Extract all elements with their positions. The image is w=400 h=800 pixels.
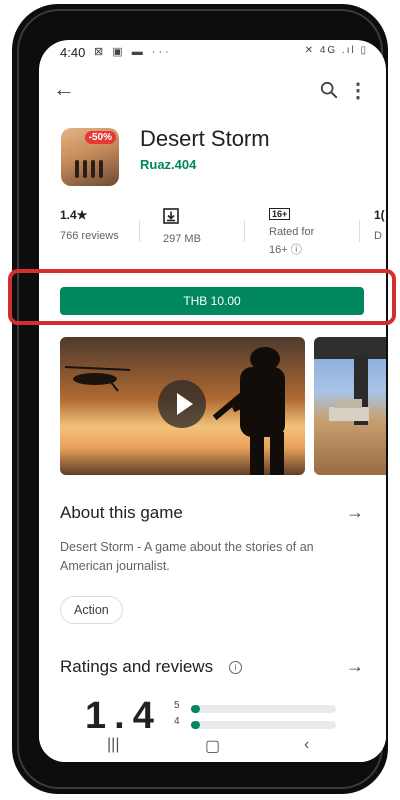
rating-distribution: 5 4 <box>174 700 344 732</box>
developer-link[interactable]: Ruaz.404 <box>140 157 196 172</box>
stat-partial: 1( D <box>374 208 385 242</box>
soldier-figure <box>99 160 103 178</box>
about-title[interactable]: About this game <box>60 503 183 523</box>
highlight-box <box>8 269 396 325</box>
download-icon <box>163 208 179 224</box>
stat-divider <box>244 220 245 242</box>
play-icon[interactable] <box>158 380 206 428</box>
app-icon: -50% <box>61 128 119 186</box>
stat-size: 297 MB <box>163 208 201 245</box>
system-nav-bar: ||| ▢ ‹ <box>39 732 386 762</box>
game-description: Desert Storm - A game about the stories … <box>60 540 314 573</box>
ratings-title[interactable]: Ratings and reviews <box>60 657 213 677</box>
status-time: 4:40 <box>60 45 86 60</box>
screen: 4:40 ⊠ ▣ ▬ ··· ✕ 4G .ıl ▯ ← ⋮ -50% Deser… <box>39 40 386 762</box>
stat-content-rating[interactable]: 16+ Rated for 16+ ⓘ <box>269 208 314 257</box>
back-nav-icon[interactable]: ‹ <box>304 736 309 754</box>
search-icon[interactable] <box>320 81 338 99</box>
arrow-right-icon[interactable]: → <box>346 656 364 677</box>
app-bar: ← ⋮ <box>39 74 386 108</box>
status-bar: 4:40 ⊠ ▣ ▬ ··· ✕ 4G .ıl ▯ <box>39 40 386 66</box>
rating-bar-track <box>191 705 336 713</box>
rating-bar-track <box>191 721 336 729</box>
partial-value: 1( <box>374 208 385 222</box>
system-icons: ✕ 4G .ıl ▯ <box>304 45 368 56</box>
genre-chip[interactable]: Action <box>60 596 123 624</box>
rated-for-label: Rated for <box>269 226 315 238</box>
stat-rating[interactable]: 1.4★ 766 reviews <box>60 208 119 242</box>
content-rating-badge: 16+ <box>269 208 291 220</box>
info-icon[interactable]: i <box>229 661 242 674</box>
rating-bar-fill <box>191 721 200 729</box>
soldier-figure <box>91 160 95 178</box>
rating-value: 1.4★ <box>60 208 88 222</box>
rating-bar-label: 5 <box>174 700 180 711</box>
recents-icon[interactable]: ||| <box>107 736 119 754</box>
app-title: Desert Storm <box>140 126 270 151</box>
soldier-figure <box>75 160 79 178</box>
size-value: 297 MB <box>163 233 201 245</box>
rating-bar-row: 4 <box>174 716 344 732</box>
screenshot-thumbnail[interactable] <box>314 337 386 475</box>
rated-for-value: 16+ ⓘ <box>269 244 302 256</box>
arrow-right-icon[interactable]: → <box>346 502 364 523</box>
soldier-figure <box>83 160 87 178</box>
rating-bar-label: 4 <box>174 716 180 727</box>
screenshot-artwork <box>314 337 386 425</box>
rating-bar-row: 5 <box>174 700 344 716</box>
stat-divider <box>139 220 140 242</box>
discount-badge: -50% <box>84 131 116 144</box>
more-vert-icon[interactable]: ⋮ <box>348 78 368 103</box>
phone-frame: 4:40 ⊠ ▣ ▬ ··· ✕ 4G .ıl ▯ ← ⋮ -50% Deser… <box>12 4 388 794</box>
partial-label: D <box>374 230 382 242</box>
home-icon[interactable]: ▢ <box>205 736 220 756</box>
app-stats: 1.4★ 766 reviews 297 MB 16+ Rated for 16… <box>39 208 386 268</box>
stat-divider <box>359 220 360 242</box>
arrow-left-icon[interactable]: ← <box>53 76 75 102</box>
reviews-count: 766 reviews <box>60 230 119 242</box>
rating-bar-fill <box>191 705 200 713</box>
trailer-thumbnail[interactable] <box>60 337 305 475</box>
notification-icons: ⊠ ▣ ▬ ··· <box>94 46 172 58</box>
